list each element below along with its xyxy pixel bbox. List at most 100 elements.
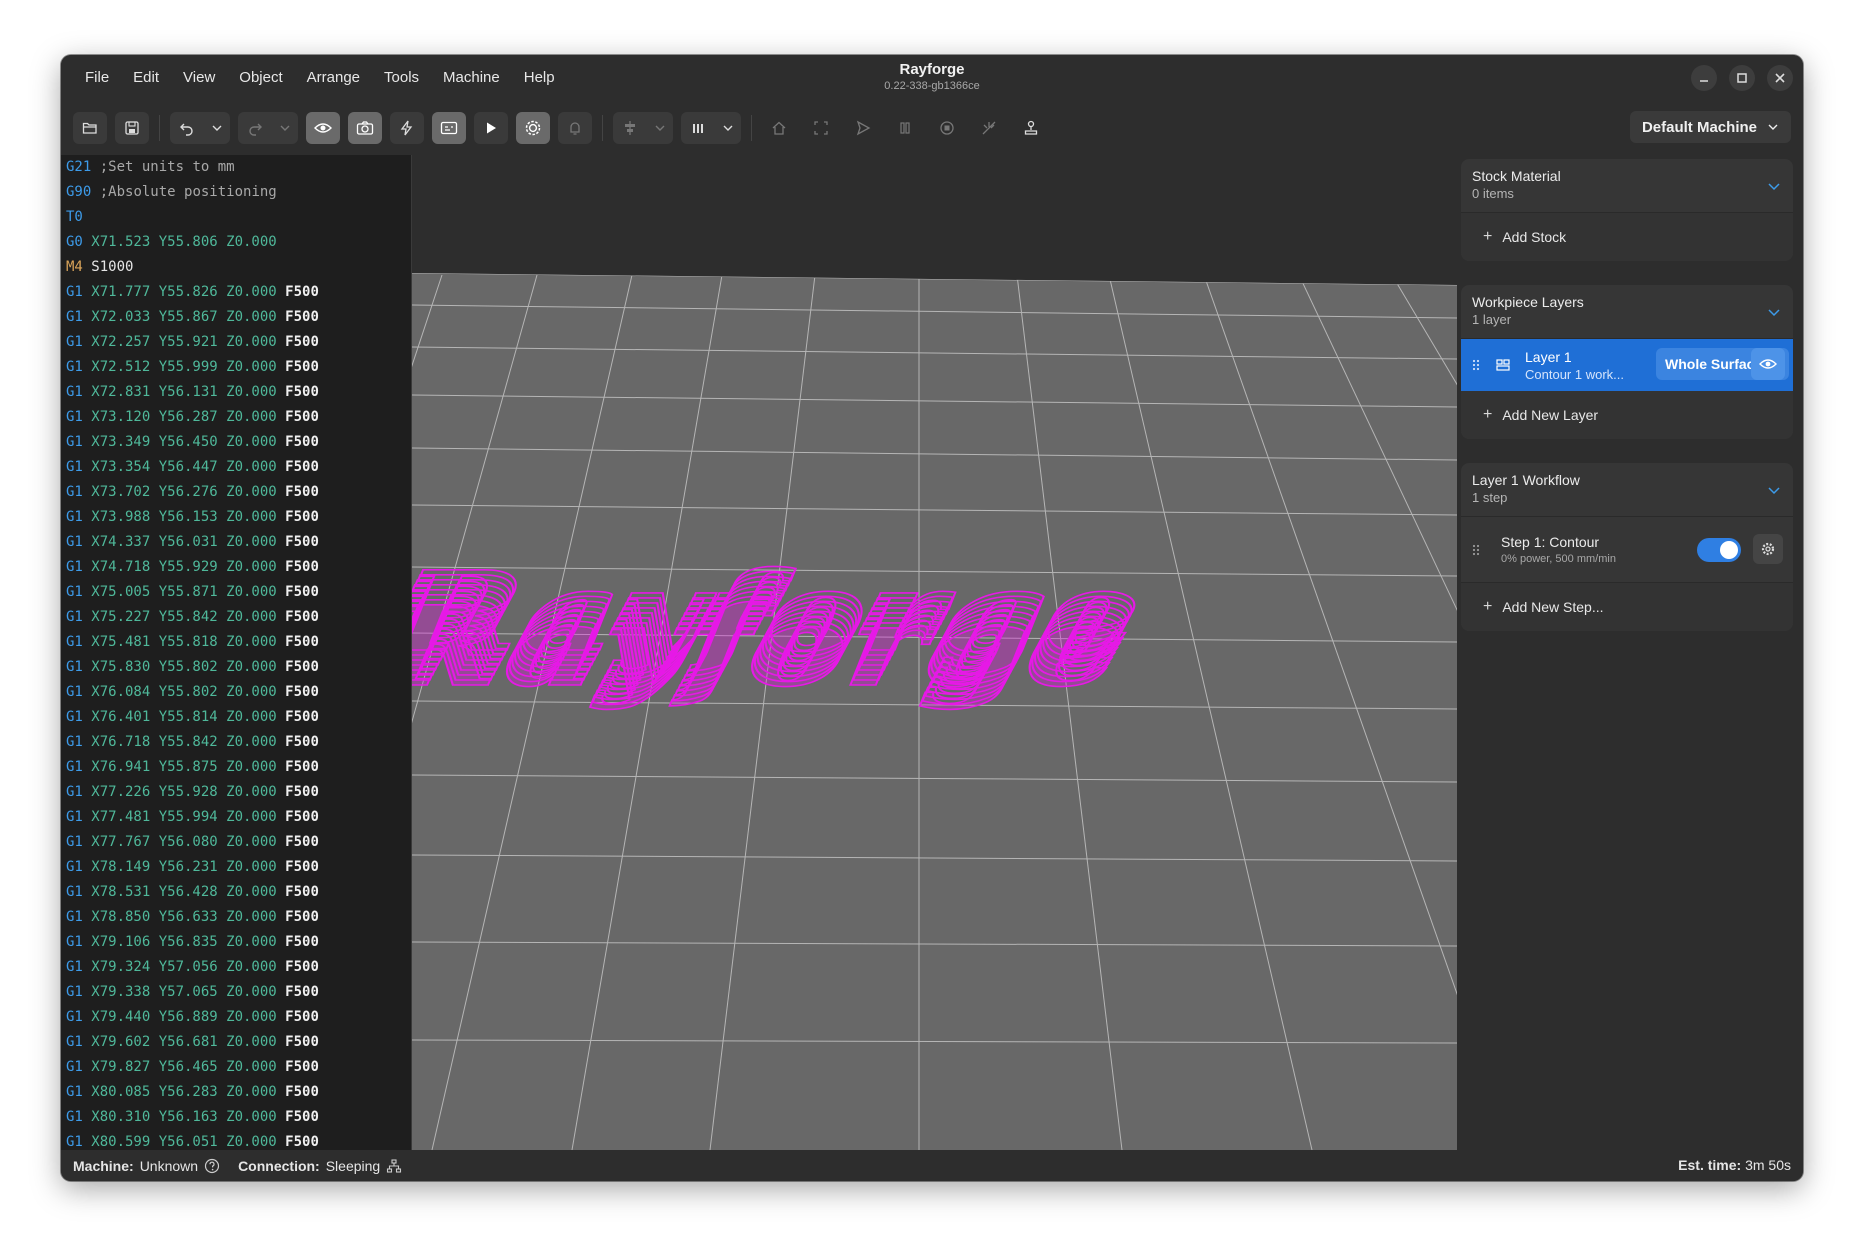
stock-material-header[interactable]: Stock Material 0 items: [1461, 159, 1793, 213]
gcode-line[interactable]: G1 X79.324 Y57.056 Z0.000 F500: [61, 955, 411, 980]
toolpath-preview[interactable]: RayforgeRayforgeRayforgeRayforgeRayforge…: [412, 547, 1150, 713]
gcode-line[interactable]: G1 X75.227 Y55.842 Z0.000 F500: [61, 605, 411, 630]
gcode-line[interactable]: G1 X72.512 Y55.999 Z0.000 F500: [61, 355, 411, 380]
gcode-line[interactable]: G21 ;Set units to mm: [61, 155, 411, 180]
gcode-line[interactable]: G1 X74.718 Y55.929 Z0.000 F500: [61, 555, 411, 580]
minimize-button[interactable]: [1691, 65, 1717, 91]
menu-view[interactable]: View: [171, 55, 227, 101]
gcode-line[interactable]: G1 X74.337 Y56.031 Z0.000 F500: [61, 530, 411, 555]
gcode-line[interactable]: G1 X73.988 Y56.153 Z0.000 F500: [61, 505, 411, 530]
gcode-line[interactable]: G1 X80.085 Y56.283 Z0.000 F500: [61, 1080, 411, 1105]
gcode-line[interactable]: T0: [61, 205, 411, 230]
menu-tools[interactable]: Tools: [372, 55, 431, 101]
layer-workflow-header[interactable]: Layer 1 Workflow 1 step: [1461, 463, 1793, 517]
gcode-line[interactable]: G1 X73.349 Y56.450 Z0.000 F500: [61, 430, 411, 455]
laser-off-button[interactable]: [972, 112, 1006, 144]
gcode-line[interactable]: G90 ;Absolute positioning: [61, 180, 411, 205]
drag-handle-icon[interactable]: [1471, 543, 1481, 557]
home-button[interactable]: [762, 112, 796, 144]
gcode-line[interactable]: G1 X79.827 Y56.465 Z0.000 F500: [61, 1055, 411, 1080]
frame-button[interactable]: [804, 112, 838, 144]
step-settings-button[interactable]: [1753, 534, 1783, 564]
jog-button[interactable]: [1014, 112, 1048, 144]
machine-select[interactable]: Default Machine: [1629, 111, 1791, 143]
menu-file[interactable]: File: [73, 55, 121, 101]
gcode-line[interactable]: G1 X77.226 Y55.928 Z0.000 F500: [61, 780, 411, 805]
gcode-line[interactable]: G1 X78.531 Y56.428 Z0.000 F500: [61, 880, 411, 905]
drag-handle-icon[interactable]: [1471, 358, 1481, 372]
gcode-line[interactable]: G1 X79.602 Y56.681 Z0.000 F500: [61, 1030, 411, 1055]
redo-button[interactable]: [238, 112, 272, 144]
gcode-command: G1: [66, 709, 83, 725]
gcode-line[interactable]: G0 X71.523 Y55.806 Z0.000: [61, 230, 411, 255]
close-button[interactable]: [1767, 65, 1793, 91]
undo-button[interactable]: [170, 112, 204, 144]
gcode-line[interactable]: G1 X71.777 Y55.826 Z0.000 F500: [61, 280, 411, 305]
gcode-line[interactable]: G1 X75.481 Y55.818 Z0.000 F500: [61, 630, 411, 655]
3d-viewport[interactable]: Rayforge Rayforge Rayforge Rayforge Rayforge…: [412, 155, 1457, 1150]
add-stock-button[interactable]: + Add Stock: [1461, 213, 1793, 261]
gcode-line[interactable]: G1 X76.941 Y55.875 Z0.000 F500: [61, 755, 411, 780]
redo-history-button[interactable]: [272, 112, 298, 144]
chevron-down-icon[interactable]: [1767, 483, 1781, 497]
export-button[interactable]: [558, 112, 592, 144]
toggle-preview-button[interactable]: [306, 112, 340, 144]
step-enabled-toggle[interactable]: [1697, 538, 1741, 562]
menu-edit[interactable]: Edit: [121, 55, 171, 101]
camera-button[interactable]: [348, 112, 382, 144]
gcode-panel[interactable]: G21 ;Set units to mm G90 ;Absolute positi…: [61, 155, 412, 1150]
align-button[interactable]: [613, 112, 647, 144]
gcode-line[interactable]: G1 X75.005 Y55.871 Z0.000 F500: [61, 580, 411, 605]
gcode-feed: F500: [276, 909, 319, 925]
send-button[interactable]: [846, 112, 880, 144]
gcode-line[interactable]: G1 X76.718 Y55.842 Z0.000 F500: [61, 730, 411, 755]
distribute-menu-button[interactable]: [715, 112, 741, 144]
open-button[interactable]: [73, 112, 107, 144]
menu-help[interactable]: Help: [512, 55, 567, 101]
gcode-line[interactable]: G1 X78.149 Y56.231 Z0.000 F500: [61, 855, 411, 880]
align-menu-button[interactable]: [647, 112, 673, 144]
pause-button[interactable]: [888, 112, 922, 144]
save-button[interactable]: [115, 112, 149, 144]
gcode-line[interactable]: G1 X73.120 Y56.287 Z0.000 F500: [61, 405, 411, 430]
gcode-line[interactable]: G1 X80.310 Y56.163 Z0.000 F500: [61, 1105, 411, 1130]
distribute-button[interactable]: [681, 112, 715, 144]
layer-visibility-button[interactable]: [1751, 348, 1785, 380]
gcode-line[interactable]: G1 X72.257 Y55.921 Z0.000 F500: [61, 330, 411, 355]
gcode-line[interactable]: G1 X77.481 Y55.994 Z0.000 F500: [61, 805, 411, 830]
help-icon[interactable]: [204, 1158, 220, 1174]
add-layer-button[interactable]: + Add New Layer: [1461, 391, 1793, 439]
chevron-down-icon[interactable]: [1767, 179, 1781, 193]
menu-object[interactable]: Object: [227, 55, 294, 101]
gcode-line[interactable]: G1 X75.830 Y55.802 Z0.000 F500: [61, 655, 411, 680]
gcode-line[interactable]: G1 X73.354 Y56.447 Z0.000 F500: [61, 455, 411, 480]
workpiece-layers-header[interactable]: Workpiece Layers 1 layer: [1461, 285, 1793, 339]
gcode-line[interactable]: G1 X79.338 Y57.065 Z0.000 F500: [61, 980, 411, 1005]
maximize-button[interactable]: [1729, 65, 1755, 91]
gcode-line[interactable]: G1 X76.084 Y55.802 Z0.000 F500: [61, 680, 411, 705]
laser-button[interactable]: [390, 112, 424, 144]
gcode-line[interactable]: G1 X76.401 Y55.814 Z0.000 F500: [61, 705, 411, 730]
run-button[interactable]: [474, 112, 508, 144]
simulate-button[interactable]: [516, 112, 550, 144]
undo-history-button[interactable]: [204, 112, 230, 144]
menu-arrange[interactable]: Arrange: [295, 55, 372, 101]
gcode-params: X75.005 Y55.871 Z0.000: [82, 584, 277, 600]
workflow-step-row[interactable]: Step 1: Contour 0% power, 500 mm/min: [1461, 517, 1793, 583]
menu-machine[interactable]: Machine: [431, 55, 512, 101]
gcode-line[interactable]: G1 X79.106 Y56.835 Z0.000 F500: [61, 930, 411, 955]
viewport-canvas[interactable]: RayforgeRayforgeRayforgeRayforgeRayforge…: [412, 155, 1457, 1150]
stop-button[interactable]: [930, 112, 964, 144]
gcode-line[interactable]: G1 X80.599 Y56.051 Z0.000 F500: [61, 1130, 411, 1150]
gcode-line[interactable]: G1 X78.850 Y56.633 Z0.000 F500: [61, 905, 411, 930]
gcode-line[interactable]: G1 X72.033 Y55.867 Z0.000 F500: [61, 305, 411, 330]
gcode-line[interactable]: G1 X73.702 Y56.276 Z0.000 F500: [61, 480, 411, 505]
gcode-line[interactable]: G1 X79.440 Y56.889 Z0.000 F500: [61, 1005, 411, 1030]
layer-row[interactable]: Layer 1 Contour 1 work... Whole Surface: [1461, 339, 1793, 391]
gcode-line[interactable]: G1 X72.831 Y56.131 Z0.000 F500: [61, 380, 411, 405]
add-step-button[interactable]: + Add New Step...: [1461, 583, 1793, 631]
gcode-line[interactable]: M4 S1000: [61, 255, 411, 280]
gcode-view-button[interactable]: [432, 112, 466, 144]
chevron-down-icon[interactable]: [1767, 305, 1781, 319]
gcode-line[interactable]: G1 X77.767 Y56.080 Z0.000 F500: [61, 830, 411, 855]
